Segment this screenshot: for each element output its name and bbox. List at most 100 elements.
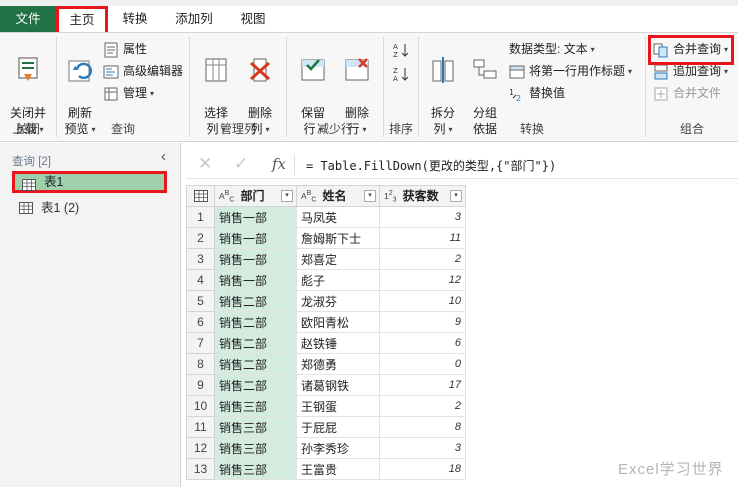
column-header-name[interactable]: ABC 姓名 ▾ — [296, 185, 380, 207]
customers-cell[interactable]: 3 — [379, 437, 466, 459]
tab-home[interactable]: 主页 — [56, 6, 108, 32]
row-number[interactable]: 4 — [186, 269, 215, 291]
text-type-icon: ABC — [219, 189, 235, 204]
query-item-table1[interactable]: 表1 — [12, 171, 167, 193]
name-cell[interactable]: 赵铁锤 — [296, 332, 380, 354]
customers-cell[interactable]: 0 — [379, 353, 466, 375]
customers-cell[interactable]: 2 — [379, 395, 466, 417]
column-filter-dropdown[interactable]: ▾ — [281, 190, 293, 202]
formula-input[interactable]: = Table.FillDown(更改的类型,{"部门"}) — [306, 157, 556, 174]
use-first-row-as-headers-button[interactable]: 将第一行用作标题 ▾ — [509, 61, 632, 81]
table-row[interactable]: 7 销售二部 赵铁锤 6 — [186, 332, 466, 354]
dept-cell[interactable]: 销售一部 — [214, 206, 297, 228]
customers-cell[interactable]: 3 — [379, 206, 466, 228]
column-filter-dropdown[interactable]: ▾ — [364, 190, 376, 202]
name-cell[interactable]: 于屁屁 — [296, 416, 380, 438]
dept-cell[interactable]: 销售二部 — [214, 311, 297, 333]
tab-add-column[interactable]: 添加列 — [166, 6, 222, 32]
row-number[interactable]: 12 — [186, 437, 215, 459]
customers-cell[interactable]: 18 — [379, 458, 466, 480]
dept-cell[interactable]: 销售三部 — [214, 416, 297, 438]
tab-file[interactable]: 文件 — [0, 6, 56, 32]
table-row[interactable]: 1 销售一部 马凤英 3 — [186, 206, 466, 228]
row-number[interactable]: 2 — [186, 227, 215, 249]
number-type-icon: 123 — [384, 189, 397, 204]
dept-cell[interactable]: 销售一部 — [214, 269, 297, 291]
merge-highlight-box — [648, 35, 734, 65]
name-cell[interactable]: 詹姆斯下士 — [296, 227, 380, 249]
column-header-dept[interactable]: ABC 部门 ▾ — [214, 185, 297, 207]
data-type-dropdown[interactable]: 数据类型: 文本 ▾ — [509, 39, 595, 59]
dept-cell[interactable]: 销售三部 — [214, 458, 297, 480]
table-row[interactable]: 3 销售一部 郑喜定 2 — [186, 248, 466, 270]
dept-cell[interactable]: 销售一部 — [214, 248, 297, 270]
table-row[interactable]: 10 销售三部 王钢蛋 2 — [186, 395, 466, 417]
tab-transform[interactable]: 转换 — [112, 6, 158, 32]
customers-cell[interactable]: 10 — [379, 290, 466, 312]
table-row[interactable]: 5 销售二部 龙淑芬 10 — [186, 290, 466, 312]
fx-icon[interactable]: fx — [272, 155, 286, 173]
name-cell[interactable]: 王富贵 — [296, 458, 380, 480]
svg-text:A: A — [393, 43, 398, 51]
dept-cell[interactable]: 销售二部 — [214, 353, 297, 375]
column-header-customers[interactable]: 123 获客数 ▾ — [379, 185, 466, 207]
row-number[interactable]: 11 — [186, 416, 215, 438]
table-row[interactable]: 13 销售三部 王富贵 18 — [186, 458, 466, 480]
name-cell[interactable]: 彪子 — [296, 269, 380, 291]
name-cell[interactable]: 欧阳青松 — [296, 311, 380, 333]
row-number[interactable]: 7 — [186, 332, 215, 354]
row-number[interactable]: 1 — [186, 206, 215, 228]
table-row[interactable]: 12 销售三部 孙李秀珍 3 — [186, 437, 466, 459]
combine-files-button[interactable]: 合并文件 — [653, 83, 721, 103]
name-cell[interactable]: 孙李秀珍 — [296, 437, 380, 459]
query-item-table1-2[interactable]: 表1 (2) — [12, 197, 167, 219]
name-cell[interactable]: 龙淑芬 — [296, 290, 380, 312]
group-label-combine: 组合 — [679, 122, 704, 136]
dept-cell[interactable]: 销售二部 — [214, 332, 297, 354]
row-number[interactable]: 8 — [186, 353, 215, 375]
tab-view[interactable]: 视图 — [230, 6, 276, 32]
sort-descending-button[interactable]: ZA — [393, 63, 411, 83]
customers-cell[interactable]: 9 — [379, 311, 466, 333]
sort-ascending-icon: AZ — [393, 43, 409, 58]
table-row[interactable]: 4 销售一部 彪子 12 — [186, 269, 466, 291]
row-number[interactable]: 9 — [186, 374, 215, 396]
customers-cell[interactable]: 11 — [379, 227, 466, 249]
replace-values-button[interactable]: 1 2 替换值 — [509, 83, 565, 103]
dept-cell[interactable]: 销售二部 — [214, 290, 297, 312]
table-row[interactable]: 2 销售一部 詹姆斯下士 11 — [186, 227, 466, 249]
dept-cell[interactable]: 销售二部 — [214, 374, 297, 396]
confirm-formula-icon[interactable]: ✓ — [234, 154, 248, 174]
row-number[interactable]: 5 — [186, 290, 215, 312]
combine-files-icon — [654, 87, 668, 101]
properties-button[interactable]: 属性 — [103, 39, 147, 59]
customers-cell[interactable]: 17 — [379, 374, 466, 396]
name-cell[interactable]: 王钢蛋 — [296, 395, 380, 417]
advanced-editor-button[interactable]: 高级编辑器 — [103, 61, 183, 81]
customers-cell[interactable]: 8 — [379, 416, 466, 438]
table-menu-button[interactable] — [186, 185, 215, 207]
dept-cell[interactable]: 销售三部 — [214, 395, 297, 417]
name-cell[interactable]: 马凤英 — [296, 206, 380, 228]
cancel-formula-icon[interactable]: ✕ — [198, 154, 212, 174]
table-row[interactable]: 11 销售三部 于屁屁 8 — [186, 416, 466, 438]
name-cell[interactable]: 诸葛钢铁 — [296, 374, 380, 396]
name-cell[interactable]: 郑喜定 — [296, 248, 380, 270]
dept-cell[interactable]: 销售三部 — [214, 437, 297, 459]
table-row[interactable]: 8 销售二部 郑德勇 0 — [186, 353, 466, 375]
row-number[interactable]: 13 — [186, 458, 215, 480]
customers-cell[interactable]: 6 — [379, 332, 466, 354]
table-row[interactable]: 6 销售二部 欧阳青松 9 — [186, 311, 466, 333]
collapse-pane-icon[interactable]: ‹ — [161, 148, 166, 165]
customers-cell[interactable]: 2 — [379, 248, 466, 270]
dept-cell[interactable]: 销售一部 — [214, 227, 297, 249]
row-number[interactable]: 6 — [186, 311, 215, 333]
sort-ascending-button[interactable]: AZ — [393, 39, 411, 59]
row-number[interactable]: 3 — [186, 248, 215, 270]
manage-button[interactable]: 管理 ▾ — [103, 83, 154, 103]
row-number[interactable]: 10 — [186, 395, 215, 417]
customers-cell[interactable]: 12 — [379, 269, 466, 291]
column-filter-dropdown[interactable]: ▾ — [450, 190, 462, 202]
name-cell[interactable]: 郑德勇 — [296, 353, 380, 375]
table-row[interactable]: 9 销售二部 诸葛钢铁 17 — [186, 374, 466, 396]
